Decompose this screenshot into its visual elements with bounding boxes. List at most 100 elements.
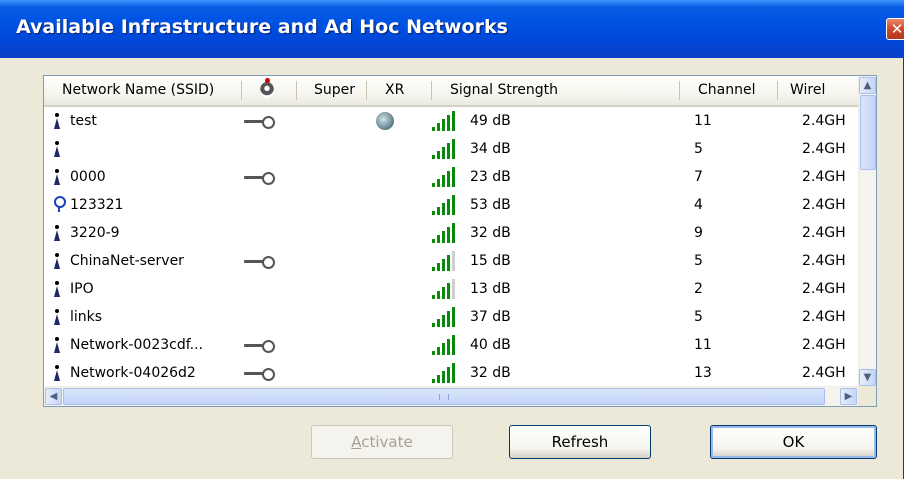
xr-cell <box>376 219 398 247</box>
xr-cell <box>376 303 398 331</box>
window-title: Available Infrastructure and Ad Hoc Netw… <box>16 16 508 38</box>
network-type-cell <box>52 331 68 359</box>
signal-bars-cell <box>432 303 460 331</box>
signal-bar <box>432 379 435 383</box>
xr-cell <box>376 107 398 135</box>
signal-value: 23 dB <box>470 169 511 185</box>
scroll-left-button[interactable]: ◀ <box>45 388 62 405</box>
column-header-encryption[interactable] <box>242 76 297 105</box>
encryption-cell <box>244 359 284 386</box>
network-row[interactable]: 123321 53 dB 4 2.4GH <box>44 191 859 219</box>
network-name: IPO <box>70 281 94 297</box>
network-row[interactable]: 34 dB 5 2.4GH <box>44 135 859 163</box>
signal-bar <box>447 227 450 243</box>
signal-bar <box>437 291 440 299</box>
column-header-channel[interactable]: Channel <box>680 76 778 105</box>
wireless-mode-value: 2.4GH <box>802 337 846 353</box>
network-row[interactable]: 0000 23 dB 7 2.4GH <box>44 163 859 191</box>
close-button[interactable]: ✕ <box>886 18 904 40</box>
signal-value: 13 dB <box>470 281 511 297</box>
scroll-down-button[interactable]: ▼ <box>859 369 876 386</box>
signal-bar <box>432 183 435 187</box>
access-point-icon <box>52 196 66 212</box>
key-icon <box>244 368 275 381</box>
network-name: test <box>70 113 97 129</box>
xr-cell <box>376 135 398 163</box>
column-header-xr[interactable]: XR <box>367 76 432 105</box>
channel-value: 7 <box>694 169 703 185</box>
signal-bar <box>437 263 440 271</box>
signal-bar <box>437 319 440 327</box>
network-list[interactable]: Network Name (SSID) Super XR Signal Stre… <box>43 75 877 407</box>
signal-bar <box>432 351 435 355</box>
network-row[interactable]: Network-0023cdf... 40 dB 11 2.4GH <box>44 331 859 359</box>
column-header-network-name[interactable]: Network Name (SSID) <box>44 76 242 105</box>
ok-button[interactable]: OK <box>710 425 877 459</box>
channel-value: 5 <box>694 141 703 157</box>
signal-bar <box>442 371 445 383</box>
signal-value: 53 dB <box>470 197 511 213</box>
network-type-cell <box>52 107 68 135</box>
refresh-button[interactable]: Refresh <box>509 425 651 459</box>
horizontal-scroll-thumb[interactable] <box>63 388 825 405</box>
signal-bar <box>452 335 455 355</box>
signal-bar <box>432 239 435 243</box>
signal-strength-icon <box>432 335 456 355</box>
network-type-cell <box>52 275 68 303</box>
network-row[interactable]: test 49 dB 11 2.4GH <box>44 107 859 135</box>
signal-bar <box>442 343 445 355</box>
signal-bar <box>452 167 455 187</box>
signal-bar <box>447 199 450 215</box>
signal-bars-cell <box>432 191 460 219</box>
signal-bars-cell <box>432 163 460 191</box>
network-type-cell <box>52 191 68 219</box>
scroll-corner <box>858 386 876 406</box>
adhoc-station-icon <box>52 309 62 325</box>
encryption-cell <box>244 191 284 219</box>
encryption-cell <box>244 135 284 163</box>
xr-cell <box>376 331 398 359</box>
xr-cell <box>376 191 398 219</box>
wireless-mode-value: 2.4GH <box>802 197 846 213</box>
signal-bar <box>442 119 445 131</box>
title-bar[interactable]: Available Infrastructure and Ad Hoc Netw… <box>0 0 904 58</box>
network-row[interactable]: Network-04026d2 32 dB 13 2.4GH <box>44 359 859 386</box>
network-name: 0000 <box>70 169 106 185</box>
encryption-cell <box>244 247 284 275</box>
signal-bar <box>452 363 455 383</box>
key-icon <box>244 256 275 269</box>
column-header-wireless[interactable]: Wirel <box>778 76 859 105</box>
activate-button[interactable]: Activate <box>311 425 453 459</box>
signal-strength-icon <box>432 167 456 187</box>
channel-value: 9 <box>694 225 703 241</box>
signal-bar <box>437 179 440 187</box>
adhoc-station-icon <box>52 141 62 157</box>
horizontal-scrollbar[interactable]: ◀ ▶ <box>44 386 859 406</box>
signal-bar <box>432 155 435 159</box>
network-type-cell <box>52 219 68 247</box>
scroll-up-button[interactable]: ▲ <box>859 77 876 94</box>
signal-bars-cell <box>432 275 460 303</box>
list-header: Network Name (SSID) Super XR Signal Stre… <box>44 76 859 107</box>
network-name: ChinaNet-server <box>70 253 184 269</box>
signal-bar <box>432 267 435 271</box>
channel-value: 4 <box>694 197 703 213</box>
vertical-scroll-thumb[interactable] <box>860 95 876 170</box>
network-type-cell <box>52 359 68 386</box>
network-row[interactable]: 3220-9 32 dB 9 2.4GH <box>44 219 859 247</box>
adhoc-station-icon <box>52 365 62 381</box>
network-name: 123321 <box>70 197 124 213</box>
dialog-window: Available Infrastructure and Ad Hoc Netw… <box>0 0 904 479</box>
network-row[interactable]: ChinaNet-server 15 dB 5 2.4GH <box>44 247 859 275</box>
scroll-right-button[interactable]: ▶ <box>840 388 857 405</box>
column-header-super[interactable]: Super <box>297 76 367 105</box>
signal-bar <box>452 251 455 271</box>
column-header-signal-strength[interactable]: Signal Strength <box>432 76 680 105</box>
vertical-scrollbar[interactable]: ▲ ▼ <box>858 76 876 387</box>
signal-bar <box>442 175 445 187</box>
signal-bar <box>452 111 455 131</box>
network-row[interactable]: links 37 dB 5 2.4GH <box>44 303 859 331</box>
signal-bar <box>432 211 435 215</box>
signal-bar <box>432 295 435 299</box>
network-row[interactable]: IPO 13 dB 2 2.4GH <box>44 275 859 303</box>
